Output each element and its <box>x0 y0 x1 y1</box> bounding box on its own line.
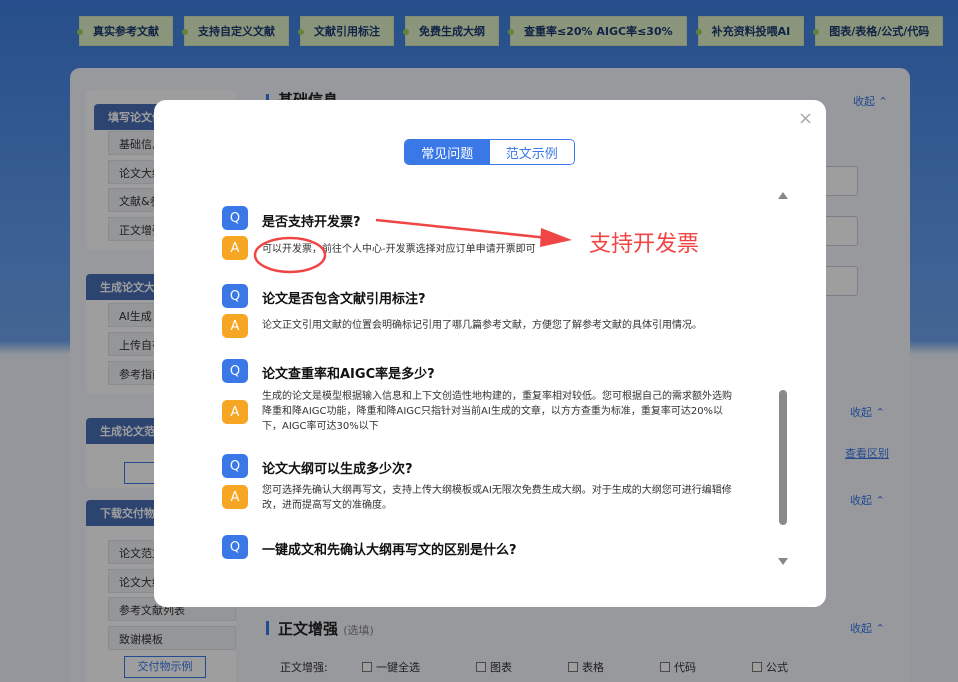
annotation-circle <box>253 236 327 274</box>
annotation-arrow-line <box>375 218 549 240</box>
annotation-layer <box>253 218 572 274</box>
annotation-arrow-head <box>540 228 572 247</box>
annotation-text: 支持开发票 <box>589 232 700 257</box>
